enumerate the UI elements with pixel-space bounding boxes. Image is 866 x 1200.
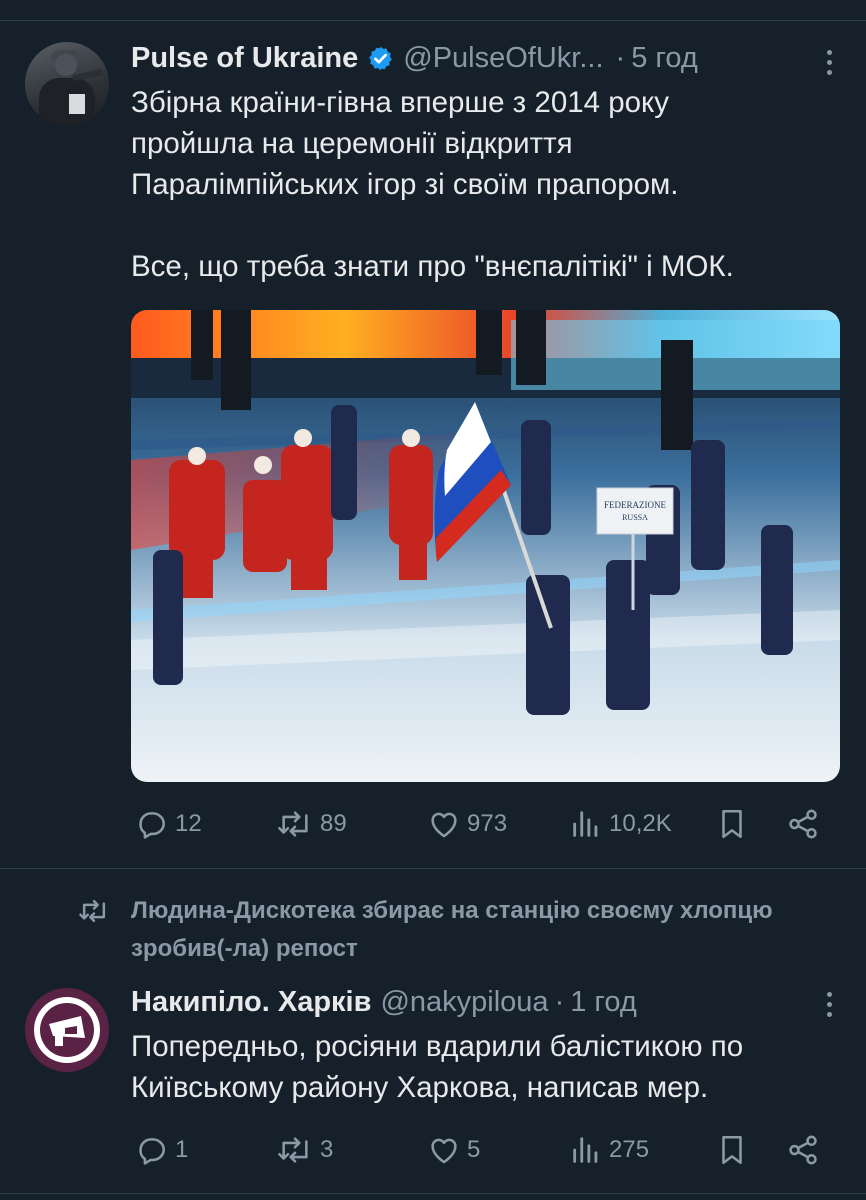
tweet-text-line: Все, що треба знати про "внєпалітікі" і …: [131, 250, 734, 283]
bottom-divider: [0, 1193, 866, 1194]
separator-dot: ·: [554, 986, 565, 1018]
reply-count: 1: [175, 1136, 189, 1163]
timestamp[interactable]: 5 год: [631, 40, 698, 76]
reply-button[interactable]: 1: [135, 1133, 188, 1167]
avatar[interactable]: [25, 42, 109, 126]
author-handle[interactable]: @nakypiloua: [380, 984, 548, 1020]
reply-icon: [139, 1138, 165, 1165]
views-count: 10,2K: [609, 810, 672, 837]
more-icon[interactable]: [822, 50, 836, 75]
like-icon: [431, 812, 457, 838]
timestamp[interactable]: 1 год: [570, 984, 637, 1020]
verified-badge-icon: [367, 45, 394, 72]
tweet-text-line: Паралімпійських ігор зі своїм прапором.: [131, 168, 679, 201]
repost-icon: [278, 811, 308, 837]
tweet-actions: 12 89 973 10,2K: [131, 807, 840, 847]
tweet-text-line: Київському району Харкова, написав мер.: [131, 1071, 709, 1104]
views-icon: [573, 1137, 598, 1163]
tweet-header: Накипіло. Харків @nakypiloua · 1 год: [131, 984, 836, 1020]
separator-dot: ·: [615, 42, 626, 74]
share-button[interactable]: [786, 1133, 820, 1167]
tweet-text: Збірна країни-гівна вперше з 2014 року п…: [131, 82, 846, 287]
author-handle[interactable]: @PulseOfUkr...: [403, 40, 603, 76]
nakypilo-logo-icon: [34, 997, 100, 1063]
bookmark-button[interactable]: [715, 1133, 749, 1167]
repost-icon: [278, 1137, 308, 1163]
sign-board-line: FEDERAZIONE: [604, 500, 666, 510]
tweet-text-line: пройшла на церемонії відкриття: [131, 127, 573, 160]
views-button[interactable]: 275: [569, 1133, 649, 1167]
like-button[interactable]: 973: [427, 807, 507, 841]
repost-icon: [79, 899, 106, 923]
share-icon: [789, 809, 817, 839]
bookmark-icon: [722, 809, 742, 839]
avatar[interactable]: [25, 988, 109, 1072]
reply-button[interactable]: 12: [135, 807, 202, 841]
tweet-text-line: [131, 205, 846, 246]
like-count: 973: [467, 810, 508, 837]
tweet-photo[interactable]: FEDERAZIONE RUSSA: [131, 310, 840, 782]
author-name[interactable]: Pulse of Ukraine: [131, 40, 358, 76]
tweet-text-line: Попередньо, росіяни вдарили балістикою п…: [131, 1030, 744, 1063]
repost-button[interactable]: 89: [276, 807, 347, 841]
tweet-actions: 1 3 5 275: [131, 1133, 840, 1173]
tweet-header: Pulse of Ukraine @PulseOfUkr... · 5 год: [131, 40, 836, 76]
like-button[interactable]: 5: [427, 1133, 480, 1167]
views-button[interactable]: 10,2K: [569, 807, 672, 841]
views-count: 275: [609, 1136, 650, 1163]
bookmark-icon: [722, 1135, 742, 1165]
reply-icon: [139, 812, 165, 839]
views-icon: [573, 811, 598, 837]
share-icon: [789, 1135, 817, 1165]
repost-count: 3: [320, 1136, 334, 1163]
share-button[interactable]: [786, 807, 820, 841]
tweet-text-line: Збірна країни-гівна вперше з 2014 року: [131, 86, 670, 119]
tweet-divider: [0, 868, 866, 869]
repost-count: 89: [320, 810, 347, 837]
like-count: 5: [467, 1136, 481, 1163]
author-name[interactable]: Накипіло. Харків: [131, 984, 371, 1020]
tweet-text: Попередньо, росіяни вдарили балістикою п…: [131, 1026, 846, 1108]
sign-board-line: RUSSA: [622, 513, 648, 522]
reply-count: 12: [175, 810, 202, 837]
ceremony-photo: FEDERAZIONE RUSSA: [131, 310, 840, 782]
repost-button[interactable]: 3: [276, 1133, 333, 1167]
like-icon: [431, 1138, 457, 1164]
more-icon[interactable]: [822, 992, 836, 1017]
repost-label[interactable]: Людина-Дискотека збирає на станцію своєм…: [131, 892, 851, 968]
bookmark-button[interactable]: [715, 807, 749, 841]
